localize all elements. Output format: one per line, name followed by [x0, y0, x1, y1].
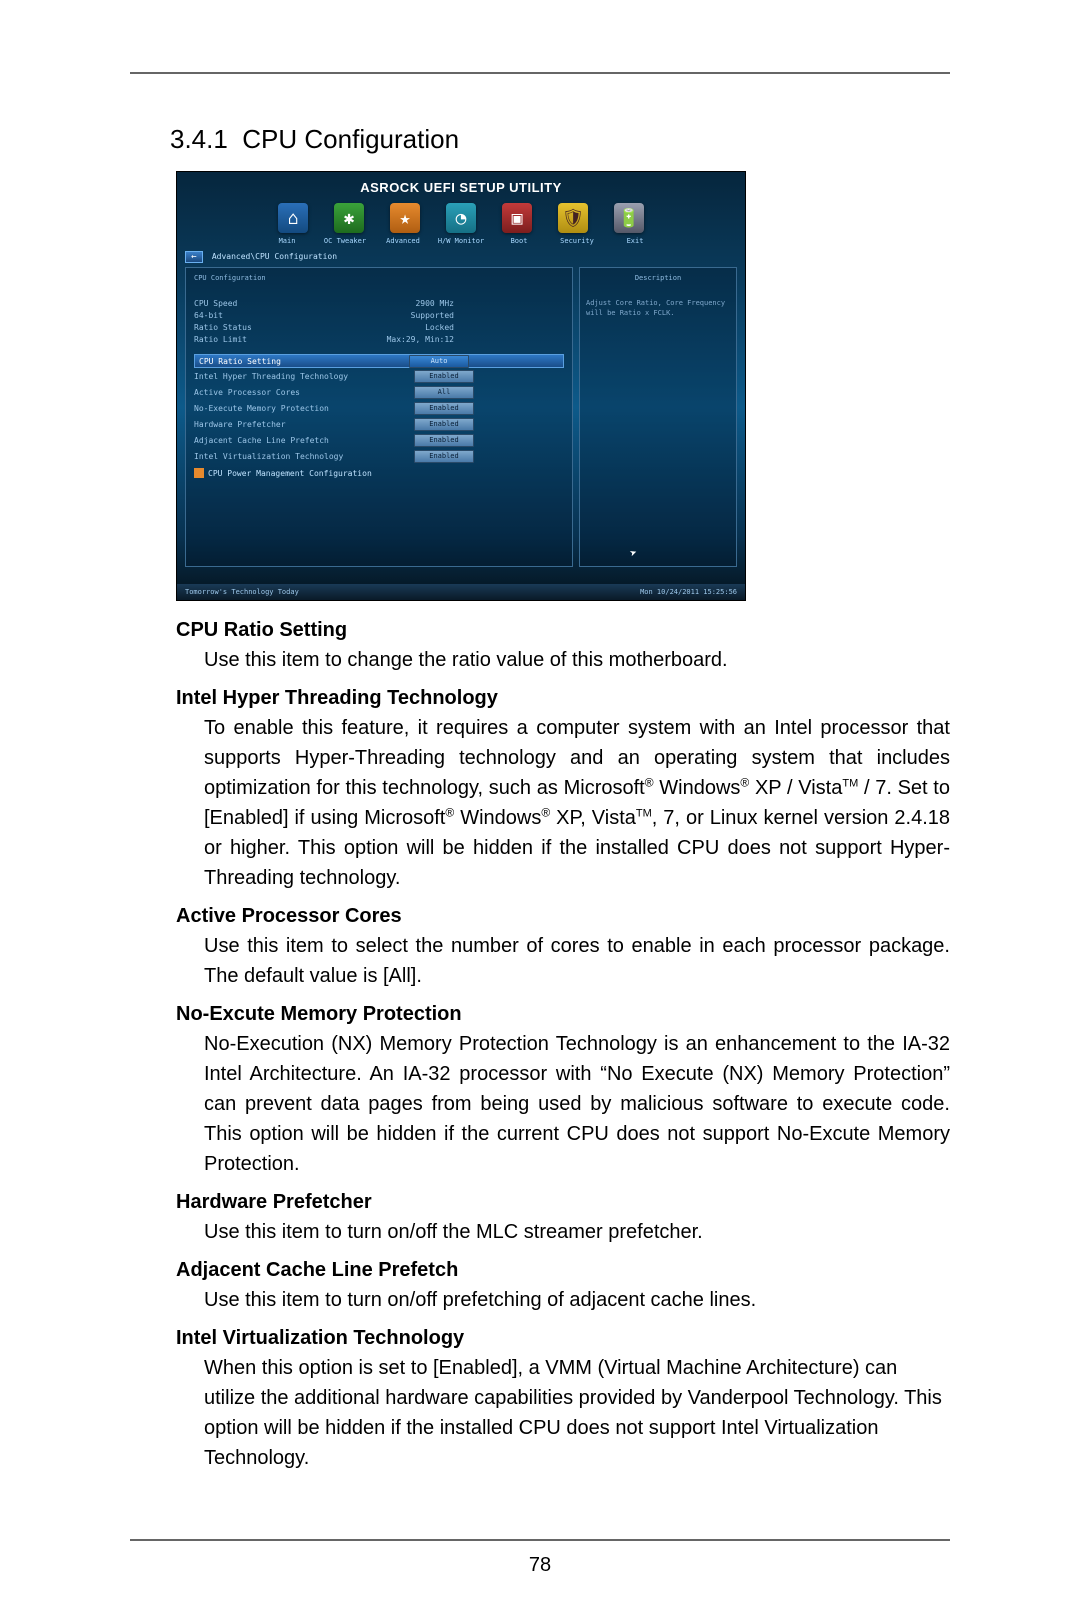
paragraph-text: Use this item to turn on/off the MLC str…	[204, 1217, 950, 1247]
info-row: CPU Speed2900 MHz	[194, 298, 454, 310]
main-tab-icon[interactable]: ⌂	[278, 203, 308, 233]
boot-tab-icon[interactable]: ▣	[502, 203, 532, 233]
paragraph-text: Use this item to turn on/off prefetching…	[204, 1285, 950, 1315]
document-body: CPU Ratio SettingUse this item to change…	[176, 615, 950, 1473]
section-title: 3.4.1 CPU Configuration	[170, 124, 950, 155]
tab-security[interactable]: Security	[552, 237, 602, 245]
submenu-cpu-power-mgmt[interactable]: CPU Power Management Configuration	[194, 468, 564, 478]
setting-nx-protection[interactable]: No-Execute Memory ProtectionEnabled	[194, 400, 564, 416]
paragraph-text: Use this item to select the number of co…	[204, 931, 950, 991]
bios-title: ASROCK UEFI SETUP UTILITY	[177, 172, 745, 195]
back-button[interactable]: ←	[185, 251, 203, 263]
paragraph-heading: CPU Ratio Setting	[176, 615, 950, 645]
paragraph-heading: Active Processor Cores	[176, 901, 950, 931]
cpu-ratio-value[interactable]: Auto	[409, 355, 469, 368]
bios-right-panel: Description Adjust Core Ratio, Core Freq…	[579, 267, 737, 567]
cpu-ratio-setting-row[interactable]: CPU Ratio Setting Auto	[194, 354, 564, 368]
paragraph-heading: No-Excute Memory Protection	[176, 999, 950, 1029]
info-row: Ratio LimitMax:29, Min:12	[194, 334, 454, 346]
paragraph-text: Use this item to change the ratio value …	[204, 645, 950, 675]
submenu-arrow-icon	[194, 468, 204, 478]
exit-tab-icon[interactable]: 🔋	[614, 203, 644, 233]
hw-monitor-tab-icon[interactable]: ◔	[446, 203, 476, 233]
bios-tab-labels: Main OC Tweaker Advanced H/W Monitor Boo…	[177, 237, 745, 245]
footer-datetime: Mon 10/24/2011 15:25:56	[640, 588, 737, 596]
bios-left-panel: CPU Configuration CPU Speed2900 MHz 64-b…	[185, 267, 573, 567]
tab-hwmonitor[interactable]: H/W Monitor	[436, 237, 486, 245]
setting-adj-cache[interactable]: Adjacent Cache Line PrefetchEnabled	[194, 432, 564, 448]
section-number: 3.4.1	[170, 124, 228, 154]
setting-active-cores[interactable]: Active Processor CoresAll	[194, 384, 564, 400]
tab-boot[interactable]: Boot	[494, 237, 544, 245]
page-number: 78	[0, 1554, 1080, 1577]
description-text: Adjust Core Ratio, Core Frequency will b…	[586, 298, 730, 318]
info-row: Ratio StatusLocked	[194, 322, 454, 334]
bios-footer: Tomorrow's Technology Today Mon 10/24/20…	[177, 584, 745, 600]
bios-tab-icons: ⌂ ✱ ★ ◔ ▣ 🛡 🔋	[177, 203, 745, 233]
left-panel-header: CPU Configuration	[194, 274, 564, 282]
tab-main[interactable]: Main	[262, 237, 312, 245]
security-tab-icon[interactable]: 🛡	[558, 203, 588, 233]
setting-vt[interactable]: Intel Virtualization TechnologyEnabled	[194, 448, 564, 464]
section-name: CPU Configuration	[242, 124, 459, 154]
tab-exit[interactable]: Exit	[610, 237, 660, 245]
tab-oc[interactable]: OC Tweaker	[320, 237, 370, 245]
bios-screenshot: ASROCK UEFI SETUP UTILITY ⌂ ✱ ★ ◔ ▣ 🛡 🔋 …	[176, 171, 746, 601]
top-rule	[130, 72, 950, 74]
info-row: 64-bitSupported	[194, 310, 454, 322]
tab-advanced[interactable]: Advanced	[378, 237, 428, 245]
footer-tagline: Tomorrow's Technology Today	[185, 588, 299, 596]
bios-breadcrumb: ← Advanced\CPU Configuration	[185, 251, 737, 263]
bottom-rule	[130, 1539, 950, 1541]
paragraph-heading: Adjacent Cache Line Prefetch	[176, 1255, 950, 1285]
paragraph-text: To enable this feature, it requires a co…	[204, 713, 950, 893]
paragraph-heading: Intel Hyper Threading Technology	[176, 683, 950, 713]
paragraph-heading: Hardware Prefetcher	[176, 1187, 950, 1217]
paragraph-text: No-Execution (NX) Memory Protection Tech…	[204, 1029, 950, 1179]
paragraph-text: When this option is set to [Enabled], a …	[204, 1353, 950, 1473]
paragraph-heading: Intel Virtualization Technology	[176, 1323, 950, 1353]
advanced-tab-icon[interactable]: ★	[390, 203, 420, 233]
setting-hyper-threading[interactable]: Intel Hyper Threading TechnologyEnabled	[194, 368, 564, 384]
oc-tweaker-tab-icon[interactable]: ✱	[334, 203, 364, 233]
right-panel-header: Description	[586, 274, 730, 282]
setting-hw-prefetcher[interactable]: Hardware PrefetcherEnabled	[194, 416, 564, 432]
breadcrumb-text: Advanced\CPU Configuration	[212, 252, 337, 261]
